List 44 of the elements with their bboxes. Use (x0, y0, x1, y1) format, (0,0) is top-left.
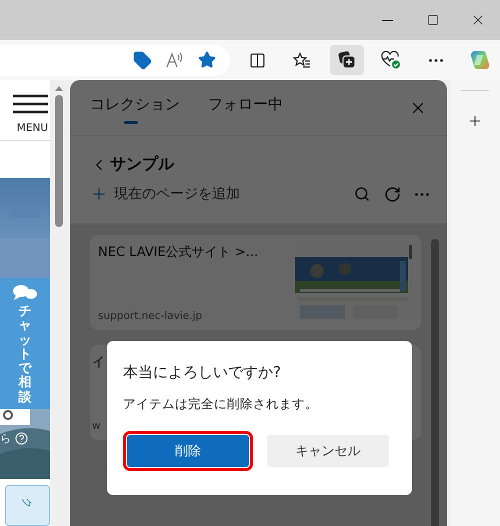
menu-icon[interactable] (13, 94, 48, 114)
add-page-button[interactable]: 現在のページを追加 (90, 185, 240, 203)
help-text: ら (0, 431, 11, 446)
panel-tab[interactable]: フォロー中 (208, 91, 283, 124)
read-aloud-icon[interactable] (166, 52, 184, 68)
chat-button[interactable]: チャットで相談 (0, 278, 50, 409)
chat-bubbles-icon (12, 284, 38, 302)
add-button[interactable] (467, 113, 483, 129)
scrollbar-thumb[interactable] (431, 239, 439, 526)
star-list-icon (293, 52, 311, 68)
collections-icon (338, 51, 356, 69)
star-icon[interactable] (198, 51, 216, 69)
search-button[interactable] (354, 186, 370, 202)
refresh-icon (384, 186, 401, 202)
menu-label: MENU (16, 122, 48, 134)
dialog-message: アイテムは完全に削除されます。 (123, 396, 319, 413)
scrollbar-thumb[interactable] (54, 95, 62, 227)
more-icon (428, 58, 442, 62)
split-screen-icon (249, 52, 266, 68)
page-tile[interactable]: ク (5, 485, 50, 526)
panel-tab[interactable]: コレクション (90, 91, 180, 124)
collection-card[interactable]: NEC LAVIE公式サイト >... support.nec-lavie.jp (90, 235, 421, 330)
copilot-icon (469, 49, 491, 71)
tile-label: ク (20, 498, 34, 508)
card-url: w (92, 420, 102, 432)
toolbar-button[interactable] (330, 45, 364, 75)
more-button[interactable] (415, 192, 429, 196)
card-url: support.nec-lavie.jp (98, 310, 204, 322)
refresh-button[interactable] (384, 186, 401, 202)
search-icon (354, 186, 370, 202)
tag-icon[interactable] (133, 50, 152, 70)
card-title: NEC LAVIE公式サイト >... (98, 244, 260, 261)
maximize-icon (426, 14, 438, 26)
dialog-title: 本当によろしいですか? (123, 363, 282, 382)
more-icon (415, 192, 429, 196)
plus-icon (467, 113, 483, 129)
heart-pulse-icon (381, 51, 401, 69)
address-bar[interactable] (0, 44, 230, 76)
collection-title: サンプル (110, 154, 174, 175)
delete-button[interactable]: 削除 (127, 435, 249, 467)
help-icon[interactable] (15, 432, 28, 445)
scroll-up-icon[interactable] (54, 86, 62, 91)
cancel-button[interactable]: キャンセル (267, 435, 389, 467)
card-title: イ (92, 354, 106, 371)
